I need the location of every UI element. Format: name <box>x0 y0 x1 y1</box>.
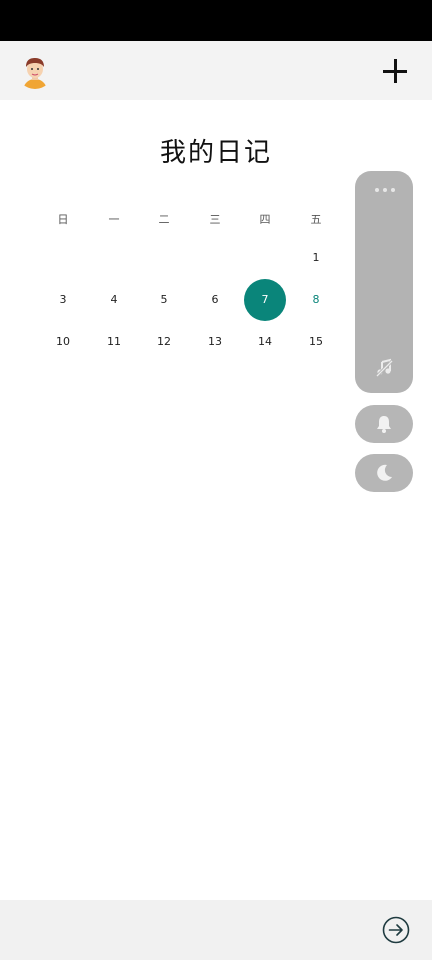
weekday-wed: 三 <box>209 213 221 226</box>
bell-button[interactable] <box>355 405 413 443</box>
calendar-day[interactable]: 13 <box>190 322 240 362</box>
calendar-day[interactable]: 10 <box>38 322 88 362</box>
add-entry-button[interactable] <box>380 56 410 86</box>
calendar: 日 一 二 三 四 五 1 3 4 5 6 7 8 10 11 12 13 14… <box>38 200 342 360</box>
calendar-day[interactable]: 3 <box>38 280 88 320</box>
weekday-fri: 五 <box>310 213 322 226</box>
calendar-day-today[interactable]: 8 <box>291 280 341 320</box>
calendar-day[interactable]: 5 <box>139 280 189 320</box>
calendar-day[interactable]: 4 <box>89 280 139 320</box>
page-title: 我的日记 <box>159 138 272 168</box>
weekday-tue: 二 <box>158 213 170 226</box>
top-header <box>0 41 432 100</box>
arrow-right-circle-icon[interactable] <box>382 916 410 944</box>
calendar-day[interactable]: 6 <box>190 280 240 320</box>
calendar-day[interactable]: 14 <box>240 322 290 362</box>
calendar-day[interactable]: 1 <box>291 238 341 278</box>
weekday-thu: 四 <box>259 213 271 226</box>
bottom-input[interactable] <box>18 918 358 942</box>
calendar-day-selected[interactable]: 7 <box>240 280 290 320</box>
weekday-sun: 日 <box>57 213 69 226</box>
bell-icon <box>377 416 391 433</box>
calendar-day[interactable]: 12 <box>139 322 189 362</box>
music-off-icon[interactable] <box>374 358 394 378</box>
avatar[interactable] <box>17 53 53 89</box>
user-avatar-icon <box>17 53 53 89</box>
moon-button[interactable] <box>355 454 413 492</box>
calendar-day[interactable]: 15 <box>291 322 341 362</box>
bottom-input-bar <box>0 900 432 960</box>
floating-control-panel[interactable] <box>355 171 413 393</box>
more-dots-icon[interactable] <box>375 187 395 193</box>
moon-icon <box>377 464 392 481</box>
calendar-day[interactable]: 11 <box>89 322 139 362</box>
weekday-mon: 一 <box>108 213 120 226</box>
status-bar <box>0 0 432 41</box>
